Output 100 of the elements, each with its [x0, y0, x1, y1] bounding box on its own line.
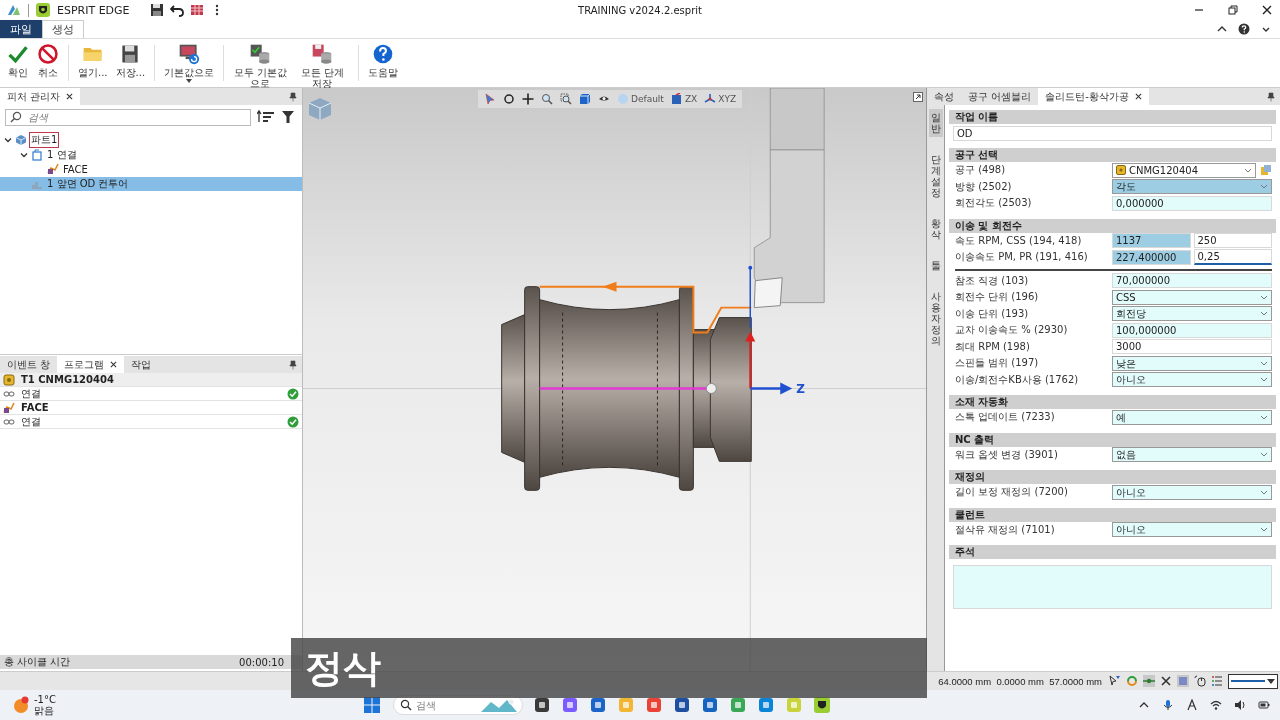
- panel-tab[interactable]: 솔리드턴-황삭가공: [1038, 88, 1149, 105]
- pin-icon[interactable]: [1266, 91, 1276, 102]
- keyboard-icon[interactable]: [1186, 699, 1198, 711]
- grid-icon[interactable]: [189, 3, 204, 17]
- mouse-icon[interactable]: [1194, 675, 1206, 687]
- zoom-window-icon[interactable]: [560, 93, 572, 105]
- weather-icon[interactable]: [12, 696, 30, 714]
- chevron-icon[interactable]: [1260, 527, 1268, 533]
- start-icon[interactable]: [363, 696, 381, 714]
- recycle-icon[interactable]: [1126, 675, 1138, 687]
- line-style-dropdown[interactable]: [1228, 673, 1278, 689]
- microphone-icon[interactable]: [1162, 699, 1174, 711]
- input-field[interactable]: 70,000000: [1112, 273, 1272, 289]
- dropdown[interactable]: 각도: [1112, 179, 1272, 195]
- program-item[interactable]: FACE: [21, 402, 49, 413]
- coordinate-button[interactable]: XYZ: [704, 93, 737, 105]
- app-icon[interactable]: [757, 696, 775, 714]
- app-icon[interactable]: [617, 696, 635, 714]
- chevron-icon[interactable]: [1260, 377, 1268, 383]
- expand-icon[interactable]: [913, 92, 923, 102]
- close-icon[interactable]: [1260, 3, 1274, 17]
- side-tab[interactable]: 사용자 정의: [928, 288, 943, 349]
- app-icon[interactable]: [701, 696, 719, 714]
- caret-icon[interactable]: [186, 79, 193, 83]
- battery-icon[interactable]: [1258, 699, 1270, 711]
- panel-tab[interactable]: 피처 관리자: [0, 88, 81, 105]
- close-icon[interactable]: [1134, 93, 1142, 100]
- input-field[interactable]: 100,000000: [1112, 322, 1272, 338]
- ribbon-button[interactable]: 확인: [4, 41, 32, 85]
- dropdown[interactable]: 아니오: [1112, 522, 1272, 538]
- close-icon[interactable]: [1160, 675, 1172, 687]
- undo-icon[interactable]: [169, 3, 184, 17]
- input-field[interactable]: 1137: [1112, 233, 1191, 249]
- zoom-icon[interactable]: [541, 93, 553, 105]
- tree-item[interactable]: 1 연결: [0, 147, 302, 162]
- side-tab[interactable]: 일반: [928, 109, 943, 137]
- panel-tab[interactable]: 프로그램: [57, 356, 125, 373]
- side-tab[interactable]: 황삭: [928, 215, 943, 243]
- caret-icon[interactable]: [1267, 678, 1275, 684]
- app-icon[interactable]: [673, 696, 691, 714]
- list-icon[interactable]: [1211, 675, 1223, 687]
- app-icon[interactable]: [785, 696, 803, 714]
- dropdown[interactable]: 예: [1112, 409, 1272, 425]
- pin-icon[interactable]: [288, 359, 298, 370]
- dropdown[interactable]: 아니오: [1112, 484, 1272, 500]
- speaker-icon[interactable]: [1234, 699, 1246, 711]
- ribbon-tab[interactable]: 파일: [0, 20, 42, 38]
- panel-tab[interactable]: 속성: [927, 88, 961, 105]
- chevron-icon[interactable]: [1260, 452, 1268, 458]
- restore-icon[interactable]: [1226, 3, 1240, 17]
- dropdown[interactable]: 아니오: [1112, 372, 1272, 388]
- input-field[interactable]: 0,000000: [1112, 195, 1272, 211]
- note-field[interactable]: [953, 565, 1272, 609]
- chevron-icon[interactable]: [4, 136, 12, 145]
- filter-icon[interactable]: [281, 110, 295, 124]
- dropdown[interactable]: CNMG120404: [1112, 162, 1256, 178]
- ribbon-button[interactable]: 열기...: [75, 41, 111, 85]
- chevron-icon[interactable]: [1260, 414, 1268, 420]
- dropdown[interactable]: 낮은: [1112, 355, 1272, 371]
- input-field[interactable]: 250: [1193, 233, 1272, 249]
- ribbon-button[interactable]: 저장...: [112, 41, 149, 85]
- box-icon[interactable]: [579, 93, 591, 105]
- ribbon-button[interactable]: 도움말: [365, 41, 402, 85]
- program-item[interactable]: 연결: [21, 386, 41, 401]
- select-icon[interactable]: [484, 93, 496, 105]
- close-icon[interactable]: [110, 361, 118, 368]
- pin-icon[interactable]: [288, 91, 298, 102]
- view-style-button[interactable]: Default: [617, 93, 664, 105]
- close-icon[interactable]: [66, 93, 74, 100]
- dropdown[interactable]: 회전당: [1112, 306, 1272, 322]
- app-icon[interactable]: [645, 696, 663, 714]
- app-icon[interactable]: [533, 696, 551, 714]
- chevron-icon[interactable]: [1260, 294, 1268, 300]
- ribbon-tab[interactable]: 생성: [42, 20, 84, 38]
- chevron-icon[interactable]: [1260, 489, 1268, 495]
- chevron-icon[interactable]: [1260, 311, 1268, 317]
- wifi-icon[interactable]: [1210, 699, 1222, 711]
- side-tab[interactable]: 툴: [928, 257, 943, 274]
- tree-item[interactable]: FACE: [0, 162, 302, 177]
- pan-icon[interactable]: [522, 93, 534, 105]
- chevron-icon[interactable]: [1260, 360, 1268, 366]
- panel-tab[interactable]: 공구 어셈블리: [961, 88, 1039, 105]
- save-icon[interactable]: [149, 3, 164, 17]
- ribbon-button[interactable]: 기본값으로: [161, 41, 218, 85]
- input-field[interactable]: 0,25: [1193, 249, 1272, 266]
- view-plane-button[interactable]: ZX: [670, 93, 698, 105]
- search-field[interactable]: 검색: [5, 108, 251, 126]
- side-tab[interactable]: 단계설정: [928, 151, 943, 201]
- dropdown[interactable]: 없음: [1112, 447, 1272, 463]
- program-item[interactable]: 연결: [21, 414, 41, 429]
- app-icon[interactable]: [561, 696, 579, 714]
- input-field[interactable]: OD: [953, 126, 1272, 141]
- input-field[interactable]: 227,400000: [1112, 249, 1191, 265]
- panel-tab[interactable]: 이벤트 창: [0, 356, 58, 373]
- tree-item[interactable]: 파트1: [0, 133, 302, 148]
- ribbon-button[interactable]: 취소: [34, 41, 62, 85]
- select-filter-icon[interactable]: [1109, 675, 1121, 687]
- snap-icon[interactable]: [1143, 675, 1155, 687]
- chevron-icon[interactable]: [20, 150, 28, 159]
- dropdown[interactable]: CSS: [1112, 289, 1272, 305]
